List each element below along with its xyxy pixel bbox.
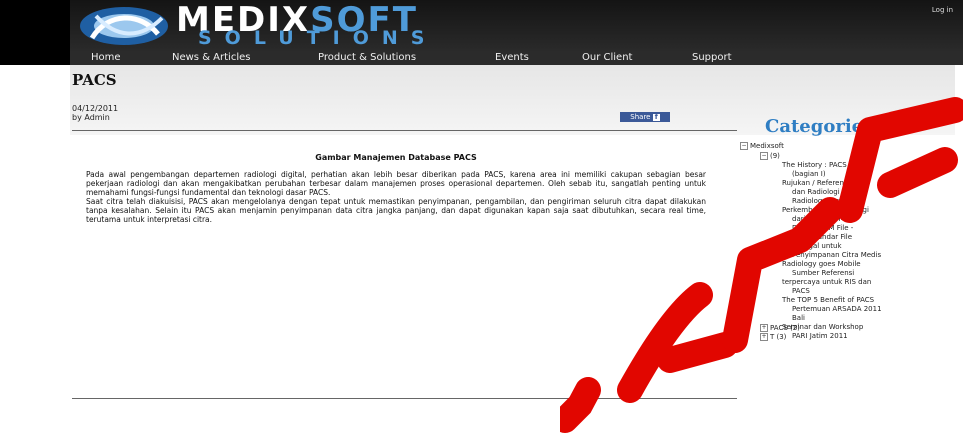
nav-item-support[interactable]: Support [692, 51, 732, 65]
medixsoft-logo[interactable]: MEDIXSOFT SOLUTIONS [78, 0, 458, 49]
category-tree: − Medixsoft − (9) The History : PACS (bagi… [740, 142, 930, 342]
tree-link-dicom[interactable]: DICOM/DCM File - [792, 224, 853, 233]
categories-title: Categories [765, 116, 874, 137]
tree-node-folder-9[interactable]: − (9) [760, 152, 780, 161]
article-paragraph-1: Pada awal pengembangan departemen radiol… [86, 170, 706, 197]
collapse-icon[interactable]: − [760, 152, 768, 160]
tree-link-timeline[interactable]: Radiology Timeline : [792, 197, 863, 206]
tree-link-perkembangan[interactable]: Perkembangan Radiologi [782, 206, 869, 215]
tree-link-history-pacs[interactable]: The History : PACS [782, 161, 847, 170]
tree-link-referensi-cont-2[interactable]: PACS [792, 287, 810, 296]
bottom-divider [72, 398, 737, 399]
tree-link-referensi-cont[interactable]: terpercaya untuk RIS dan [782, 278, 871, 287]
nav-item-our-client[interactable]: Our Client [582, 51, 632, 65]
facebook-icon: f [652, 113, 660, 121]
expand-icon[interactable]: + [760, 333, 768, 341]
tree-link-arsada[interactable]: Pertemuan ARSADA 2011 [792, 305, 882, 314]
tree-link-seminar-cont[interactable]: PARI Jatim 2011 [792, 332, 848, 341]
tree-node-medixsoft[interactable]: − Medixsoft [740, 142, 784, 151]
logo-subtitle: SOLUTIONS [198, 27, 438, 49]
share-label: Share [630, 113, 651, 121]
expand-icon[interactable]: + [760, 324, 768, 332]
article-title: Gambar Manajemen Database PACS [315, 153, 477, 162]
tree-link-dicom-cont-2[interactable]: Tunggal untuk [792, 242, 842, 251]
tree-link-rujukan-cont[interactable]: dan Radiologi [792, 188, 840, 197]
tree-node-t[interactable]: + T (3) [760, 333, 786, 342]
tree-link-dicom-cont-3[interactable]: Penyimpanan Citra Medis [792, 251, 881, 260]
article: Gambar Manajemen Database PACS Pada awal… [86, 153, 706, 224]
nav-item-events[interactable]: Events [495, 51, 529, 65]
tree-link-top5[interactable]: The TOP 5 Benefit of PACS [782, 296, 874, 305]
tree-link-arsada-cont[interactable]: Bali [792, 314, 805, 323]
post-author: by Admin [72, 113, 110, 122]
login-link[interactable]: Log in [932, 6, 953, 14]
share-button[interactable]: Share f [620, 112, 670, 122]
nav-item-product-solutions[interactable]: Product & Solutions [318, 51, 416, 65]
logo-mark-icon [80, 7, 168, 45]
tree-node-pacs[interactable]: + PACS (2) [760, 324, 800, 333]
main-nav: Home News & Articles Product & Solutions… [70, 51, 963, 65]
post-date: 04/12/2011 [72, 104, 119, 113]
collapse-icon[interactable]: − [740, 142, 748, 150]
tree-link-mobile[interactable]: Radiology goes Mobile [782, 260, 861, 269]
top-divider [72, 130, 737, 131]
nav-item-news-articles[interactable]: News & Articles [172, 51, 250, 65]
post-meta: 04/12/2011 by Admin [72, 104, 118, 122]
article-paragraph-2: Saat citra telah diakuisisi, PACS akan m… [86, 197, 706, 224]
nav-item-home[interactable]: Home [91, 51, 121, 65]
tree-link-perkembangan-cont[interactable]: dari Masa ke Masa [792, 215, 857, 224]
tree-link-dicom-cont[interactable]: Sebuah Standar File [782, 233, 852, 242]
tree-link-history-pacs-cont[interactable]: (bagian I) [792, 170, 826, 179]
tree-link-referensi[interactable]: Sumber Referensi [792, 269, 854, 278]
tree-link-rujukan[interactable]: Rujukan / Referensi PACS [782, 179, 870, 188]
page-title: PACS [72, 71, 117, 89]
